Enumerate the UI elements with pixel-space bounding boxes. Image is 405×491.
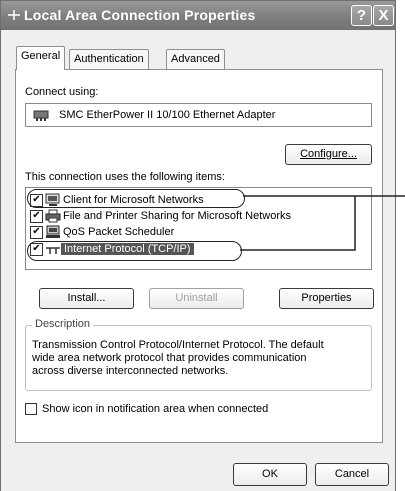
general-tab-panel: Connect using: SMC EtherPower II 10/100 … (15, 69, 383, 443)
tab-general[interactable]: General (16, 46, 66, 70)
description-line-1: Transmission Control Protocol/Internet P… (32, 339, 324, 351)
description-group: Description Transmission Control Protoco… (25, 318, 372, 391)
adapter-name: SMC EtherPower II 10/100 Ethernet Adapte… (59, 109, 276, 121)
item-label: QoS Packet Scheduler (63, 226, 175, 238)
window-title: Local Area Connection Properties (24, 7, 256, 23)
item-label: File and Printer Sharing for Microsoft N… (63, 210, 292, 222)
network-adapter-icon (33, 110, 49, 121)
network-connection-icon (8, 10, 20, 20)
cancel-button[interactable]: Cancel (315, 463, 389, 486)
properties-dialog: Local Area Connection Properties ? X Gen… (0, 0, 396, 491)
description-legend: Description (32, 318, 94, 330)
tab-authentication[interactable]: Authentication (69, 49, 149, 69)
tab-advanced[interactable]: Advanced (166, 49, 225, 69)
description-line-2: wide area network protocol that provides… (32, 352, 307, 364)
callout-highlight-tcpip (27, 241, 242, 261)
properties-label: Properties (301, 292, 352, 304)
install-button[interactable]: Install... (39, 288, 134, 309)
title-bar[interactable]: Local Area Connection Properties ? X (1, 1, 395, 30)
adapter-field: SMC EtherPower II 10/100 Ethernet Adapte… (25, 103, 372, 127)
ok-button[interactable]: OK (233, 463, 307, 486)
properties-button[interactable]: Properties (279, 288, 374, 309)
uninstall-label: Uninstall (175, 292, 218, 304)
install-label: Install... (67, 292, 106, 304)
cancel-label: Cancel (334, 468, 370, 480)
items-label: This connection uses the following items… (25, 171, 225, 183)
connect-using-label: Connect using: (25, 86, 99, 98)
close-button[interactable]: X (373, 5, 394, 26)
uninstall-button[interactable]: Uninstall (149, 288, 244, 309)
printer-icon (45, 209, 61, 223)
configure-label: Configure... (300, 148, 357, 160)
checkbox-file-printer-sharing[interactable]: ✔ (30, 210, 43, 223)
checkbox-qos-scheduler[interactable]: ✔ (30, 226, 43, 239)
description-line-3: across diverse interconnected networks. (32, 365, 229, 377)
callout-highlight-client (27, 189, 245, 208)
show-icon-checkbox[interactable] (25, 403, 37, 415)
help-button[interactable]: ? (351, 5, 372, 26)
scheduler-icon (46, 225, 60, 238)
ok-label: OK (262, 468, 278, 480)
show-icon-label: Show icon in notification area when conn… (42, 403, 269, 415)
configure-button[interactable]: Configure... (285, 144, 372, 165)
